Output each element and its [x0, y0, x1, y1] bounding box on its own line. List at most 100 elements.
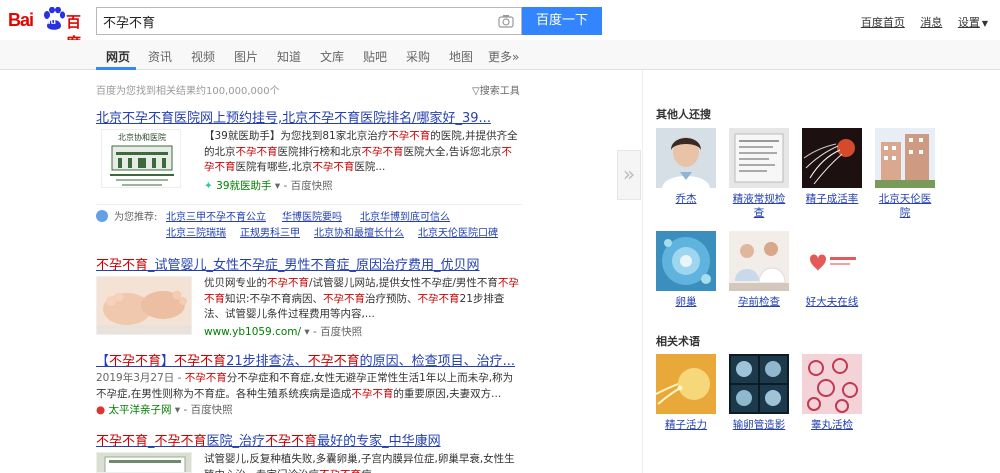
result-title-4[interactable]: 不孕不育_不孕不育医院_治疗不孕不育最好的专家_中华康网: [96, 430, 441, 449]
baidu-logo[interactable]: Bai du 百度: [8, 6, 88, 52]
recommend-label: 为您推荐:: [114, 212, 158, 223]
result-title-3[interactable]: 【不孕不育】不孕不育21步排查法、不孕不育的原因、检查项目、治疗...: [96, 350, 515, 369]
tab-news[interactable]: 资讯: [148, 48, 172, 65]
others-card-image-1[interactable]: [656, 128, 716, 188]
recommend-link-4[interactable]: 北京三院瑞瑞: [166, 224, 226, 239]
result-thumbnail-4[interactable]: [96, 452, 192, 473]
abstract-text: 治疗预防、: [365, 292, 418, 305]
tab-tieba[interactable]: 贴吧: [363, 48, 387, 65]
search-tabs: 网页 资讯 视频 图片 知道 文库 贴吧 采购 地图 更多»: [0, 40, 1000, 70]
chevron-down-icon[interactable]: ▾: [275, 180, 280, 192]
search-box[interactable]: [96, 7, 522, 35]
highlight-keyword: 不孕不育: [319, 469, 361, 473]
link-baidu-home[interactable]: 百度首页: [861, 16, 905, 29]
highlight-keyword: 不孕不育: [361, 145, 404, 158]
others-card-image-7[interactable]: [802, 231, 862, 291]
others-card-label-5[interactable]: 卵巢: [656, 295, 716, 309]
related-card-image-1[interactable]: [656, 354, 716, 414]
tab-map[interactable]: 地图: [449, 48, 473, 65]
title-keyword: 不孕不育: [96, 434, 149, 449]
title-keyword: 不孕不育: [96, 258, 149, 273]
logo-text-bai: Bai: [8, 10, 34, 30]
related-card-label-3[interactable]: 睾丸活检: [802, 418, 862, 432]
recommend-link-1[interactable]: 北京三甲不孕不育公立: [166, 208, 266, 223]
header: Bai du 百度 百度一下 百度首页 消息 设置▼: [0, 0, 1000, 52]
abstract-text: 医院大全,告诉您北京: [403, 145, 502, 158]
camera-icon[interactable]: [498, 14, 514, 28]
tab-video[interactable]: 视频: [191, 48, 215, 65]
result-abstract-4: 试管婴儿,反复种植失败,多囊卵巢,子宫内膜异位症,卵巢早衰,女性生殖中心治...…: [204, 452, 522, 473]
title-keyword: 不孕不育: [307, 354, 360, 369]
related-card-image-2[interactable]: [729, 354, 789, 414]
tab-web[interactable]: 网页: [106, 48, 130, 65]
others-card-label-1[interactable]: 乔杰: [656, 192, 716, 206]
abstract-text: 医院...: [354, 161, 386, 173]
search-tools[interactable]: ▽搜索工具: [472, 82, 520, 97]
title-text: 最好的专家_中华康网: [317, 434, 441, 449]
title-text: 【: [96, 354, 110, 369]
logo-text-du: du: [45, 16, 56, 26]
search-tools-label: 搜索工具: [479, 86, 520, 97]
tab-zhidao[interactable]: 知道: [277, 48, 301, 65]
highlight-keyword: 不孕不育: [267, 277, 309, 289]
others-card-label-2[interactable]: 精液常规检查: [729, 192, 789, 220]
recommend-link-2[interactable]: 华博医院要吗: [282, 208, 342, 223]
result-snapshot-1[interactable]: 百度快照: [291, 180, 333, 192]
result-thumbnail-1[interactable]: 北京协和医院: [101, 129, 181, 188]
others-card-label-7[interactable]: 好大夫在线: [802, 295, 862, 309]
title-text: 】: [161, 354, 175, 369]
result-title-1[interactable]: 北京不孕不育医院网上预约挂号,北京不孕不育医院排名/哪家好_39...: [96, 107, 491, 126]
highlight-keyword: 不孕不育: [235, 145, 278, 158]
result-title-2[interactable]: 不孕不育_试管婴儿_女性不孕症_男性不育症_原因治疗费用_优贝网: [96, 254, 480, 273]
recommend-link-6[interactable]: 北京协和最擅长什么: [314, 224, 404, 239]
tab-wenku[interactable]: 文库: [320, 48, 344, 65]
tab-more[interactable]: 更多»: [488, 48, 519, 65]
related-card-label-2[interactable]: 输卵管造影: [729, 418, 789, 432]
abstract-text: 的重要原因,夫妻双方...: [393, 387, 502, 400]
others-card-image-4[interactable]: [875, 128, 935, 188]
highlight-keyword: 不孕不育: [351, 387, 394, 400]
related-card-label-1[interactable]: 精子活力: [656, 418, 716, 432]
others-card-label-3[interactable]: 精子成活率: [802, 192, 862, 206]
result-snapshot-3[interactable]: 百度快照: [191, 404, 233, 416]
link-messages[interactable]: 消息: [920, 16, 942, 29]
result-source-name-2[interactable]: www.yb1059.com/: [204, 326, 301, 338]
highlight-keyword: 不孕不育: [417, 292, 460, 305]
others-card-image-6[interactable]: [729, 231, 789, 291]
abstract-text: 优贝网专业的: [204, 277, 267, 289]
title-keyword: 不孕不育: [154, 434, 207, 449]
sparkle-icon: ✦: [204, 180, 213, 192]
others-card-label-4[interactable]: 北京天伦医院: [875, 192, 935, 220]
title-keyword: 不孕不育: [109, 354, 162, 369]
recommend-link-7[interactable]: 北京天伦医院口碑: [418, 224, 498, 239]
result-source-name-1[interactable]: 39就医助手: [216, 180, 271, 192]
chevron-down-icon[interactable]: ▾: [175, 404, 180, 416]
others-card-image-3[interactable]: [802, 128, 862, 188]
title-text: 21步排查法、: [226, 354, 308, 369]
others-card-label-6[interactable]: 孕前检查: [729, 295, 789, 309]
related-card-image-3[interactable]: [802, 354, 862, 414]
chevron-down-icon[interactable]: ▾: [304, 326, 309, 338]
highlight-keyword: 不孕不育: [312, 161, 355, 173]
result-source-name-3[interactable]: 太平洋亲子网: [109, 404, 172, 416]
recommend-link-5[interactable]: 正规男科三甲: [240, 224, 300, 239]
tab-purchase[interactable]: 采购: [406, 48, 430, 65]
abstract-text: 知识:不孕不育病因、: [225, 292, 324, 305]
others-card-image-2[interactable]: [729, 128, 789, 188]
tab-images[interactable]: 图片: [234, 48, 258, 65]
svg-text:北京协和医院: 北京协和医院: [118, 132, 166, 142]
result-date: 2019年3月27日 -: [96, 372, 185, 384]
others-card-image-5[interactable]: [656, 231, 716, 291]
search-input[interactable]: [103, 13, 493, 30]
result-snapshot-2[interactable]: 百度快照: [320, 326, 362, 338]
result-thumbnail-2[interactable]: [96, 276, 192, 335]
abstract-text: 病...: [361, 469, 382, 473]
recommend-link-3[interactable]: 北京华博到底可信么: [360, 208, 450, 223]
search-button[interactable]: 百度一下: [522, 7, 602, 35]
related-terms-title: 相关术语: [656, 335, 700, 348]
link-settings[interactable]: 设置: [958, 16, 980, 29]
recommend-box: 为您推荐: 北京三甲不孕不育公立 华博医院要吗 北京华博到底可信么 北京三院瑞瑞…: [96, 204, 522, 240]
expand-right-panel-button[interactable]: »: [617, 150, 641, 200]
chevron-down-icon: ▼: [981, 19, 988, 28]
title-keyword: 不孕不育: [174, 354, 227, 369]
